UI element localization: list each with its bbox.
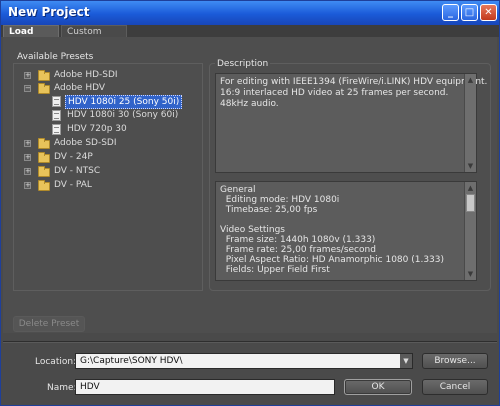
details-line: Pixel Aspect Ratio: HD Anamorphic 1080 (… bbox=[220, 255, 445, 265]
preset-file-icon bbox=[52, 124, 61, 135]
divider bbox=[3, 341, 497, 343]
expand-icon[interactable]: + bbox=[24, 168, 31, 175]
tree-item-label: Adobe HDV bbox=[54, 83, 106, 93]
scroll-down-arrow-icon[interactable]: ▼ bbox=[466, 161, 475, 171]
maximize-button[interactable]: □ bbox=[461, 4, 478, 21]
scroll-up-arrow-icon[interactable]: ▲ bbox=[466, 183, 475, 193]
presets-tree[interactable]: + Adobe HD-SDI − Adobe HDV HDV 1080i 25 … bbox=[13, 63, 203, 291]
preset-file-icon bbox=[52, 96, 61, 107]
folder-icon bbox=[38, 180, 50, 191]
name-label: Name: bbox=[47, 383, 77, 393]
tree-item-label: HDV 1080i 30 (Sony 60i) bbox=[67, 110, 179, 120]
details-line: Timebase: 25,00 fps bbox=[220, 205, 318, 215]
collapse-icon[interactable]: − bbox=[24, 85, 31, 92]
scroll-down-arrow-icon[interactable]: ▼ bbox=[466, 269, 475, 279]
available-presets-label: Available Presets bbox=[17, 52, 94, 62]
tree-item-label: HDV 720p 30 bbox=[67, 124, 127, 134]
tree-item-label: HDV 1080i 25 (Sony 50i) bbox=[65, 95, 183, 109]
details-line: Frame rate: 25,00 frames/second bbox=[220, 245, 376, 255]
folder-icon bbox=[38, 152, 50, 163]
cancel-button[interactable]: Cancel bbox=[422, 379, 488, 395]
tree-item-label: Adobe SD-SDI bbox=[54, 138, 117, 148]
minimize-button[interactable]: _ bbox=[442, 4, 459, 21]
description-line: For editing with IEEE1394 (FireWire/i.LI… bbox=[220, 77, 488, 87]
preset-file-icon bbox=[52, 110, 61, 121]
folder-open-icon bbox=[38, 83, 50, 94]
details-line: Fields: Upper Field First bbox=[220, 265, 330, 275]
details-line: Frame size: 1440h 1080v (1.333) bbox=[220, 235, 376, 245]
tree-item-label: DV - PAL bbox=[54, 180, 92, 190]
description-line: 16:9 interlaced HD video at 25 frames pe… bbox=[220, 88, 449, 98]
preset-details-text[interactable]: General Editing mode: HDV 1080i Timebase… bbox=[215, 181, 477, 281]
title-bar[interactable]: New Project _ □ ✕ bbox=[1, 1, 499, 25]
tree-item-label: DV - 24P bbox=[54, 152, 93, 162]
folder-icon bbox=[38, 138, 50, 149]
expand-icon[interactable]: + bbox=[24, 182, 31, 189]
expand-icon[interactable]: + bbox=[24, 72, 31, 79]
location-value: G:\Capture\SONY HDV\ bbox=[80, 356, 183, 366]
tab-bar: Load Preset Custom Settings bbox=[1, 25, 499, 49]
tab-load-preset[interactable]: Load Preset bbox=[3, 25, 59, 49]
new-project-dialog: New Project _ □ ✕ Load Preset Custom Set… bbox=[0, 0, 500, 406]
browse-button[interactable]: Browse... bbox=[422, 353, 488, 369]
close-button[interactable]: ✕ bbox=[480, 4, 497, 21]
ok-button[interactable]: OK bbox=[344, 379, 412, 395]
details-scrollbar[interactable]: ▲ ▼ bbox=[464, 182, 476, 280]
details-line: Editing mode: HDV 1080i bbox=[220, 195, 340, 205]
description-scrollbar[interactable]: ▲ ▼ bbox=[464, 74, 476, 172]
description-label: Description bbox=[215, 59, 271, 69]
name-input[interactable]: HDV bbox=[75, 379, 335, 395]
chevron-down-icon[interactable]: ▼ bbox=[400, 354, 412, 368]
details-line: Video Settings bbox=[220, 225, 285, 235]
scroll-thumb[interactable] bbox=[466, 194, 475, 212]
delete-preset-button[interactable]: Delete Preset bbox=[13, 316, 85, 332]
details-line: General bbox=[220, 185, 256, 195]
expand-icon[interactable]: + bbox=[24, 154, 31, 161]
location-dropdown[interactable]: G:\Capture\SONY HDV\ ▼ bbox=[75, 353, 413, 369]
tree-item-label: DV - NTSC bbox=[54, 166, 101, 176]
folder-icon bbox=[38, 70, 50, 81]
expand-icon[interactable]: + bbox=[24, 140, 31, 147]
location-label: Location: bbox=[35, 357, 77, 367]
tree-item-label: Adobe HD-SDI bbox=[54, 70, 118, 80]
folder-icon bbox=[38, 166, 50, 177]
tab-custom-settings[interactable]: Custom Settings bbox=[61, 25, 127, 49]
description-line: 48kHz audio. bbox=[220, 99, 279, 109]
scroll-up-arrow-icon[interactable]: ▲ bbox=[466, 75, 475, 85]
description-text[interactable]: For editing with IEEE1394 (FireWire/i.LI… bbox=[215, 73, 487, 173]
window-title: New Project bbox=[8, 5, 90, 19]
